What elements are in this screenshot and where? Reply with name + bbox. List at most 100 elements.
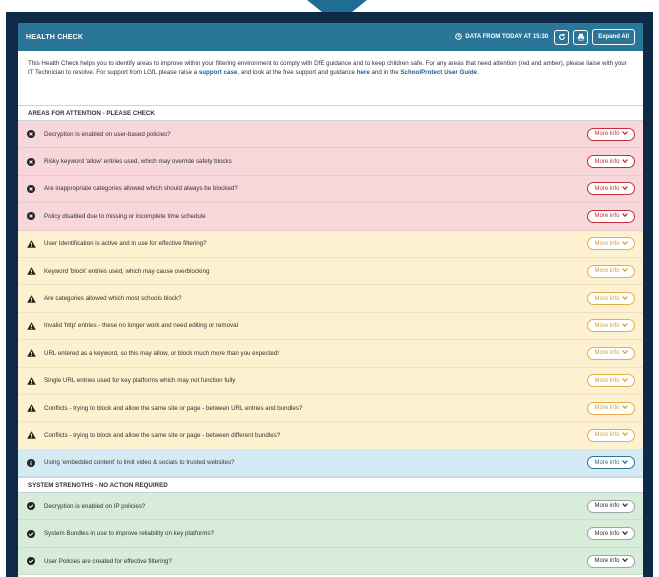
more-info-button[interactable]: More info <box>587 264 635 278</box>
data-stamp: DATA FROM TODAY AT 15:30 <box>455 32 548 42</box>
check-row: Invalid 'http' entries - these no longer… <box>18 312 643 341</box>
x-circle-icon <box>26 157 36 167</box>
more-info-button[interactable]: More info <box>587 319 635 333</box>
check-row: URL entered as a keyword, so this may al… <box>18 340 643 368</box>
more-info-button[interactable]: More info <box>587 237 635 251</box>
check-row: Are categories allowed which most school… <box>18 285 643 313</box>
more-info-button[interactable]: More info <box>587 182 635 196</box>
more-info-button[interactable]: More info <box>587 374 635 388</box>
more-info-button[interactable]: More info <box>587 428 635 442</box>
warning-triangle-icon <box>26 403 36 413</box>
chevron-down-icon <box>621 213 628 219</box>
print-icon <box>577 33 584 41</box>
strengths-list: Decryption is enabled on IP policies? Mor… <box>18 493 643 576</box>
check-circle-icon <box>26 529 36 539</box>
check-row: Risky keyword 'allow' entries used, whic… <box>18 148 643 176</box>
chevron-down-icon <box>621 350 628 356</box>
check-row: Keyword 'block' entries used, which may … <box>18 257 643 286</box>
check-row-label: Conflicts - trying to block and allow th… <box>44 404 303 412</box>
more-info-button[interactable]: More info <box>587 209 635 223</box>
user-guide-link[interactable]: SchoolProtect User Guide <box>400 69 477 76</box>
check-row-label: Policy disabled due to missing or incomp… <box>44 212 206 220</box>
intro-text-part: . <box>477 69 479 76</box>
check-circle-icon <box>26 501 36 511</box>
chevron-down-icon <box>621 240 628 247</box>
chevron-down-icon <box>621 323 628 329</box>
check-row: System Bundles in use to improve reliabi… <box>18 520 643 548</box>
panel-header: HEALTH CHECK DATA FROM TODAY AT 15:30 Ex… <box>18 23 643 51</box>
more-info-button[interactable]: More info <box>587 292 635 306</box>
more-info-label: More info <box>594 377 620 384</box>
more-info-label: More info <box>594 503 620 510</box>
chevron-down-icon <box>621 503 628 509</box>
check-row: Policy disabled due to missing or incomp… <box>18 203 643 231</box>
check-row: Conflicts - trying to block and allow th… <box>18 394 643 423</box>
check-row-label: Single URL entries used for key platform… <box>44 377 236 385</box>
guidance-here-link[interactable]: here <box>357 69 370 76</box>
check-row-label: Risky keyword 'allow' entries used, whic… <box>44 158 232 166</box>
more-info-label: More info <box>594 405 620 412</box>
more-info-button[interactable]: More info <box>587 127 635 141</box>
warning-triangle-icon <box>26 266 36 276</box>
more-info-label: More info <box>594 158 620 165</box>
more-info-button[interactable]: More info <box>587 554 635 568</box>
check-row-label: Decryption is enabled on IP policies? <box>44 502 146 510</box>
expand-all-button[interactable]: Expand All <box>592 29 635 45</box>
chevron-down-icon <box>621 268 628 274</box>
chevron-down-icon <box>621 295 628 302</box>
check-circle-icon <box>26 556 36 566</box>
check-row: Conflicts - trying to block and allow th… <box>18 422 643 450</box>
chevron-down-icon <box>621 158 628 165</box>
more-info-label: More info <box>594 530 620 537</box>
check-row: User Policies are created for effective … <box>18 547 643 576</box>
warning-triangle-icon <box>26 321 36 331</box>
check-row-label: Keyword 'block' entries used, which may … <box>44 267 210 275</box>
refresh-button[interactable] <box>554 29 570 45</box>
more-info-label: More info <box>594 558 620 565</box>
check-row-label: Conflicts - trying to block and allow th… <box>44 431 281 439</box>
check-row-label: User Policies are created for effective … <box>44 557 172 565</box>
more-info-button[interactable]: More info <box>587 401 635 415</box>
intro-text-part: , and look at the free support and guida… <box>237 69 357 76</box>
warning-triangle-icon <box>26 348 36 358</box>
warning-triangle-icon <box>26 376 36 386</box>
x-circle-icon <box>26 211 36 221</box>
more-info-button[interactable]: More info <box>587 527 635 541</box>
info-circle-icon <box>26 458 36 468</box>
check-row-label: Decryption is enabled on user-based poli… <box>44 130 171 138</box>
check-row-label: Are inappropriate categories allowed whi… <box>44 185 238 193</box>
check-row-label: URL entered as a keyword, so this may al… <box>44 349 280 357</box>
more-info-label: More info <box>594 350 620 357</box>
intro-text: This Health Check helps you to identify … <box>18 51 643 105</box>
more-info-label: More info <box>594 268 620 275</box>
more-info-label: More info <box>594 240 620 247</box>
check-row: Are inappropriate categories allowed whi… <box>18 175 643 204</box>
more-info-label: More info <box>594 213 620 220</box>
chevron-down-icon <box>621 186 628 192</box>
clock-icon <box>455 32 463 42</box>
chevron-down-icon <box>621 558 628 564</box>
more-info-button[interactable]: More info <box>587 456 635 470</box>
more-info-button[interactable]: More info <box>587 155 635 169</box>
x-circle-icon <box>26 184 36 194</box>
panel-title: HEALTH CHECK <box>26 33 84 41</box>
more-info-label: More info <box>594 131 620 138</box>
check-row-label: User Identification is active and in use… <box>44 240 207 248</box>
more-info-button[interactable]: More info <box>587 499 635 513</box>
intro-text-part: and in the <box>369 69 401 76</box>
support-case-link[interactable]: support case <box>199 69 238 76</box>
refresh-icon <box>558 33 565 40</box>
chevron-down-icon <box>621 377 628 384</box>
check-row: Decryption is enabled on user-based poli… <box>18 121 643 149</box>
strengths-section-heading: SYSTEM STRENGTHS - NO ACTION REQUIRED <box>18 477 643 494</box>
more-info-label: More info <box>594 459 620 466</box>
more-info-button[interactable]: More info <box>587 346 635 360</box>
warning-triangle-icon <box>26 430 36 440</box>
more-info-label: More info <box>594 295 620 302</box>
check-row-label: Invalid 'http' entries - these no longer… <box>44 322 238 330</box>
chevron-down-icon <box>621 432 628 438</box>
attention-section-heading: AREAS FOR ATTENTION - PLEASE CHECK <box>18 105 643 121</box>
warning-triangle-icon <box>26 239 36 249</box>
print-button[interactable] <box>573 29 589 45</box>
more-info-label: More info <box>594 322 620 329</box>
